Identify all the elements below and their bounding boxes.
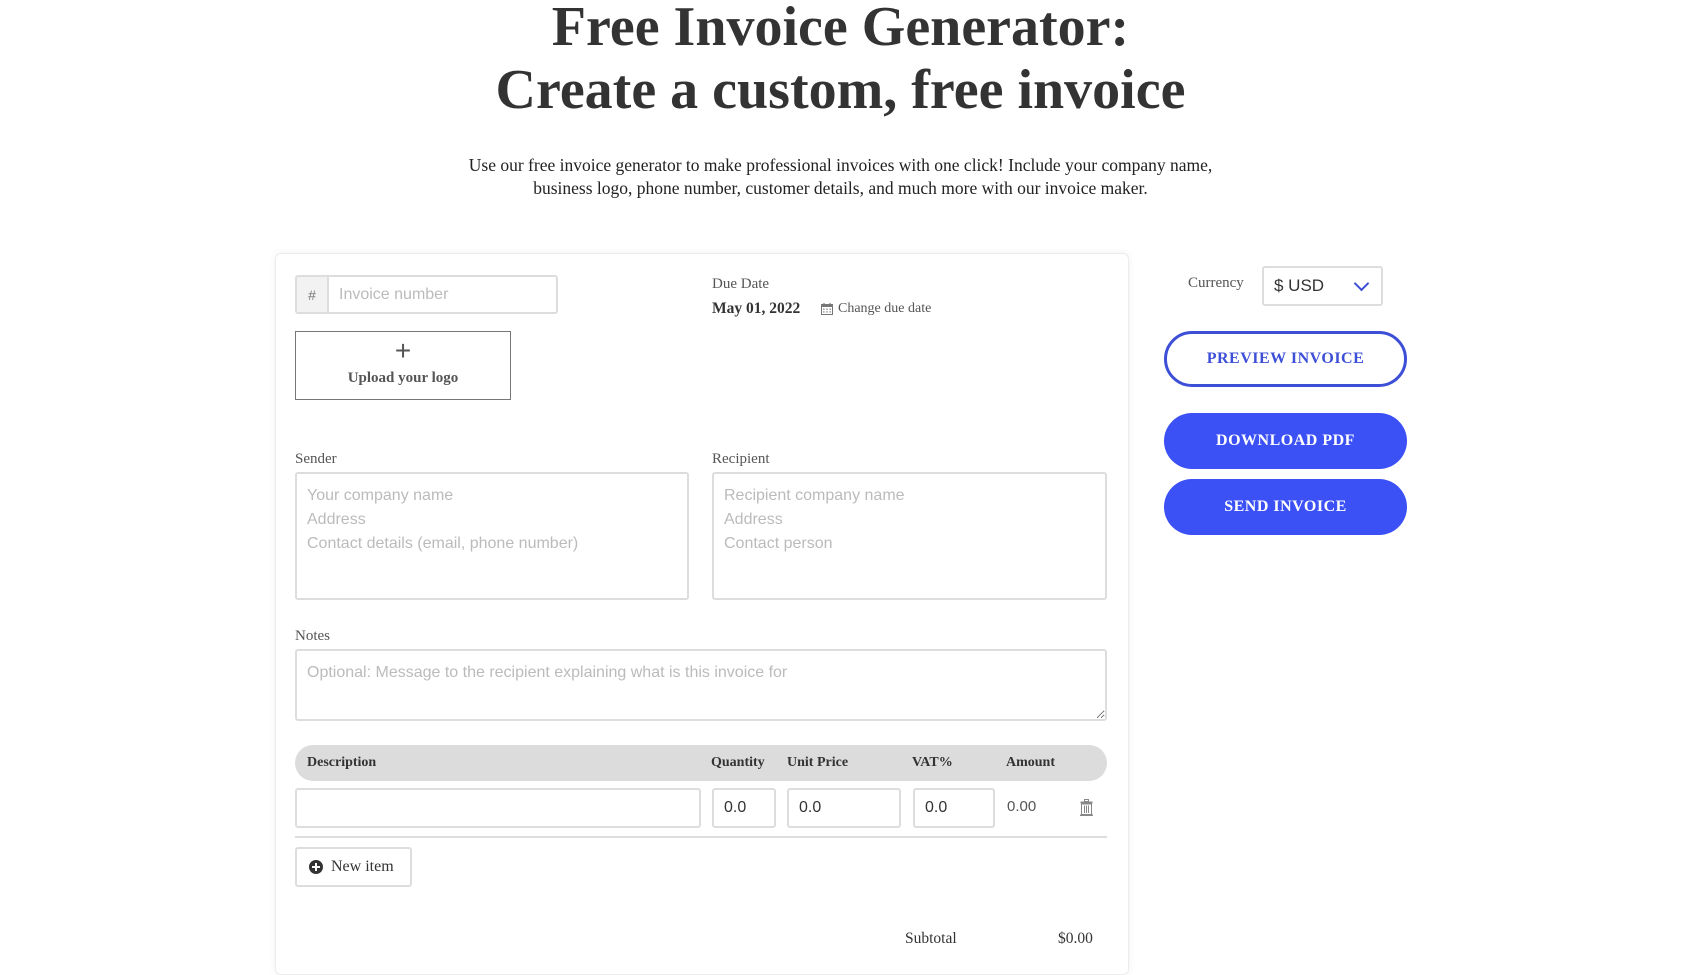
due-date-label: Due Date: [712, 276, 770, 292]
notes-label: Notes: [295, 628, 330, 644]
new-item-button[interactable]: New item: [295, 847, 412, 887]
plus-circle-icon: [309, 860, 323, 874]
new-item-label: New item: [331, 858, 394, 875]
recipient-textarea[interactable]: [712, 472, 1107, 600]
subtitle-line-2: business logo, phone number, customer de…: [533, 178, 1148, 198]
subtotal-value: $0.00: [1058, 930, 1093, 947]
notes-textarea[interactable]: [295, 649, 1107, 721]
preview-invoice-label: PREVIEW INVOICE: [1206, 350, 1365, 367]
item-amount: 0.00: [1007, 798, 1037, 815]
page-subtitle: Use our free invoice generator to make p…: [0, 154, 1681, 200]
chevron-down-icon: [1353, 275, 1370, 292]
column-header-description: Description: [307, 755, 377, 770]
column-header-quantity: Quantity: [711, 755, 765, 770]
currency-value: $ USD: [1274, 276, 1325, 295]
change-due-date-link[interactable]: Change due date: [821, 301, 931, 317]
plus-icon: +: [394, 335, 412, 366]
trash-icon[interactable]: [1080, 799, 1093, 816]
preview-invoice-button[interactable]: PREVIEW INVOICE: [1164, 331, 1407, 387]
hash-prefix: #: [297, 277, 329, 312]
download-pdf-button[interactable]: DOWNLOAD PDF: [1164, 413, 1407, 469]
item-vat-input[interactable]: [913, 788, 995, 828]
page-title-line-1: Free Invoice Generator:: [551, 0, 1130, 58]
page-title-line-2: Create a custom, free invoice: [495, 59, 1186, 121]
upload-logo-label: Upload your logo: [347, 370, 459, 386]
upload-logo-button[interactable]: + Upload your logo: [295, 331, 511, 400]
download-pdf-label: DOWNLOAD PDF: [1216, 432, 1355, 449]
item-quantity-input[interactable]: [712, 788, 776, 828]
invoice-number-input[interactable]: [329, 277, 556, 312]
items-table-header: Description Quantity Unit Price VAT% Amo…: [295, 745, 1107, 781]
due-date-value: May 01, 2022: [712, 300, 801, 317]
column-header-vat: VAT%: [912, 755, 953, 770]
calendar-icon: [821, 303, 833, 315]
change-due-date-label: Change due date: [838, 301, 932, 316]
subtotal-label: Subtotal: [905, 930, 957, 947]
row-divider: [295, 836, 1107, 838]
subtitle-line-1: Use our free invoice generator to make p…: [468, 155, 1213, 175]
column-header-unit-price: Unit Price: [787, 755, 849, 770]
page-title: Free Invoice Generator: Create a custom,…: [0, 0, 1681, 122]
sender-label: Sender: [295, 451, 337, 467]
recipient-label: Recipient: [712, 451, 770, 467]
item-description-input[interactable]: [295, 788, 701, 828]
currency-label: Currency: [1188, 275, 1244, 291]
send-invoice-button[interactable]: SEND INVOICE: [1164, 479, 1407, 535]
currency-select[interactable]: $ USD: [1262, 266, 1383, 306]
send-invoice-label: SEND INVOICE: [1224, 498, 1347, 515]
invoice-number-group: #: [295, 275, 558, 314]
sender-textarea[interactable]: [295, 472, 689, 600]
item-unit-price-input[interactable]: [787, 788, 901, 828]
column-header-amount: Amount: [1006, 755, 1056, 770]
